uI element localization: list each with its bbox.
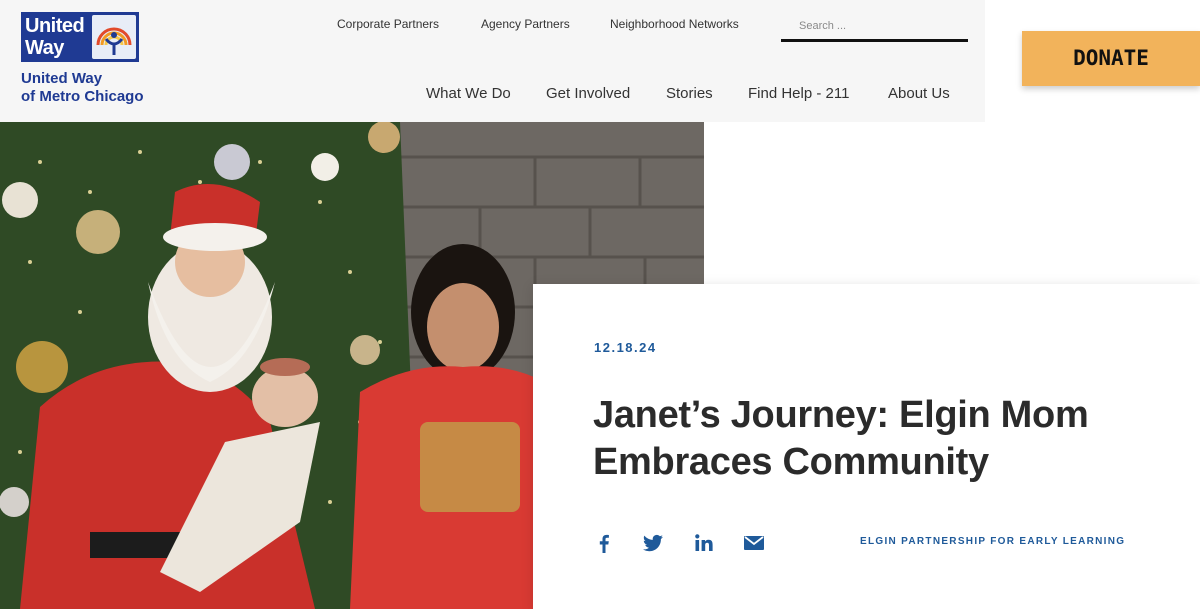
article-category-tag[interactable]: ELGIN PARTNERSHIP FOR EARLY LEARNING [860, 536, 1125, 547]
nav-what-we-do[interactable]: What We Do [426, 85, 511, 102]
article-card: 12.18.24 Janet’s Journey: Elgin Mom Embr… [533, 284, 1200, 609]
search-box [781, 12, 968, 42]
nav-neighborhood-networks[interactable]: Neighborhood Networks [610, 17, 739, 31]
nav-stories[interactable]: Stories [666, 85, 713, 102]
email-icon[interactable] [742, 531, 766, 555]
donate-button[interactable]: DONATE [1022, 31, 1200, 86]
nav-about-us[interactable]: About Us [888, 85, 950, 102]
search-input[interactable] [781, 12, 968, 39]
united-way-logo[interactable]: United Way [21, 12, 139, 62]
nav-find-help-211[interactable]: Find Help - 211 [748, 85, 849, 102]
nav-corporate-partners[interactable]: Corporate Partners [337, 17, 439, 31]
site-header: United Way United Way of Metro Chicago C… [0, 0, 985, 122]
logo-emblem-icon [92, 15, 136, 59]
article-title: Janet’s Journey: Elgin Mom Embraces Comm… [593, 394, 1089, 483]
twitter-icon[interactable] [641, 531, 665, 555]
linkedin-icon[interactable] [692, 531, 716, 555]
nav-get-involved[interactable]: Get Involved [546, 85, 630, 102]
organization-name[interactable]: United Way of Metro Chicago [21, 70, 144, 106]
facebook-icon[interactable] [592, 531, 616, 555]
nav-agency-partners[interactable]: Agency Partners [481, 17, 570, 31]
article-date: 12.18.24 [594, 340, 657, 355]
logo-wordmark: United Way [25, 15, 85, 59]
